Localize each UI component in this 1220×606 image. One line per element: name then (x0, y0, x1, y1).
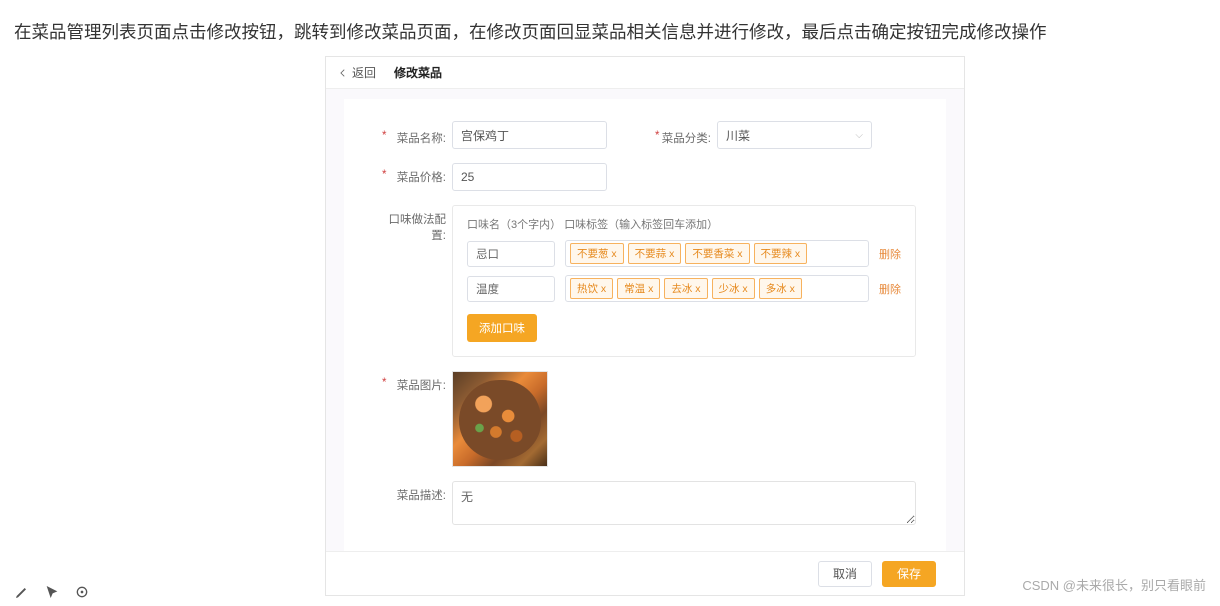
cancel-button[interactable]: 取消 (818, 561, 872, 587)
dish-category-label: 菜品分类: (647, 124, 717, 146)
flavor-tag[interactable]: 多冰 x (759, 278, 802, 299)
flavor-delete-link[interactable]: 删除 (879, 246, 901, 262)
dish-category-value: 川菜 (726, 127, 750, 144)
dish-image-label: 菜品图片: (374, 371, 452, 393)
dish-image-upload[interactable] (452, 371, 548, 467)
flavor-delete-link[interactable]: 删除 (879, 281, 901, 297)
arrow-left-icon (338, 68, 348, 78)
back-label: 返回 (352, 64, 376, 81)
circle-dot-icon[interactable] (74, 584, 90, 600)
edit-dish-panel: 返回 修改菜品 菜品名称: 菜品分类: 川菜 ⌵ 菜品价格: 口味做法配置: (325, 56, 965, 596)
flavor-row: 热饮 x 常温 x 去冰 x 少冰 x 多冰 x 删除 (467, 275, 901, 302)
page-title: 修改菜品 (394, 64, 442, 81)
flavor-tags-header: 口味标签（输入标签回车添加） (564, 219, 718, 231)
pencil-icon[interactable] (14, 584, 30, 600)
intro-paragraph: 在菜品管理列表页面点击修改按钮，跳转到修改菜品页面，在修改页面回显菜品相关信息并… (0, 0, 1220, 51)
dish-desc-textarea[interactable]: 无 (452, 481, 916, 525)
dish-category-select[interactable]: 川菜 ⌵ (717, 121, 872, 149)
flavor-row: 不要葱 x 不要蒜 x 不要香菜 x 不要辣 x 删除 (467, 240, 901, 267)
watermark: CSDN @未来很长，别只看眼前 (1022, 575, 1206, 594)
flavor-tag-area[interactable]: 热饮 x 常温 x 去冰 x 少冰 x 多冰 x (565, 275, 869, 302)
flavor-config-label: 口味做法配置: (374, 205, 452, 243)
dish-name-input[interactable] (452, 121, 607, 149)
add-flavor-button[interactable]: 添加口味 (467, 314, 537, 342)
flavor-header: 口味名（3个字内） 口味标签（输入标签回车添加） (467, 216, 901, 232)
chevron-down-icon: ⌵ (855, 130, 863, 141)
dish-desc-label: 菜品描述: (374, 481, 452, 503)
flavor-tag[interactable]: 不要葱 x (570, 243, 624, 264)
flavor-tag-area[interactable]: 不要葱 x 不要蒜 x 不要香菜 x 不要辣 x (565, 240, 869, 267)
dish-price-input[interactable] (452, 163, 607, 191)
flavor-tag[interactable]: 少冰 x (712, 278, 755, 299)
dish-price-label: 菜品价格: (374, 163, 452, 185)
panel-header: 返回 修改菜品 (326, 57, 964, 89)
footer-bar: 取消 保存 (326, 551, 964, 595)
flavor-tag[interactable]: 不要蒜 x (628, 243, 682, 264)
flavor-tag[interactable]: 去冰 x (664, 278, 707, 299)
panel-body: 菜品名称: 菜品分类: 川菜 ⌵ 菜品价格: 口味做法配置: 口味名（3个字内）… (326, 89, 964, 551)
page-toolbar (14, 584, 90, 600)
flavor-name-input[interactable] (467, 241, 555, 267)
flavor-config-box: 口味名（3个字内） 口味标签（输入标签回车添加） 不要葱 x 不要蒜 x 不要香… (452, 205, 916, 357)
flavor-name-header: 口味名（3个字内） (467, 219, 561, 231)
back-button[interactable]: 返回 (338, 64, 376, 81)
flavor-tag[interactable]: 不要辣 x (754, 243, 808, 264)
save-button[interactable]: 保存 (882, 561, 936, 587)
flavor-name-input[interactable] (467, 276, 555, 302)
dish-name-label: 菜品名称: (374, 124, 452, 146)
flavor-tag[interactable]: 常温 x (617, 278, 660, 299)
flavor-tag[interactable]: 不要香菜 x (685, 243, 749, 264)
flavor-tag[interactable]: 热饮 x (570, 278, 613, 299)
cursor-icon[interactable] (44, 584, 60, 600)
